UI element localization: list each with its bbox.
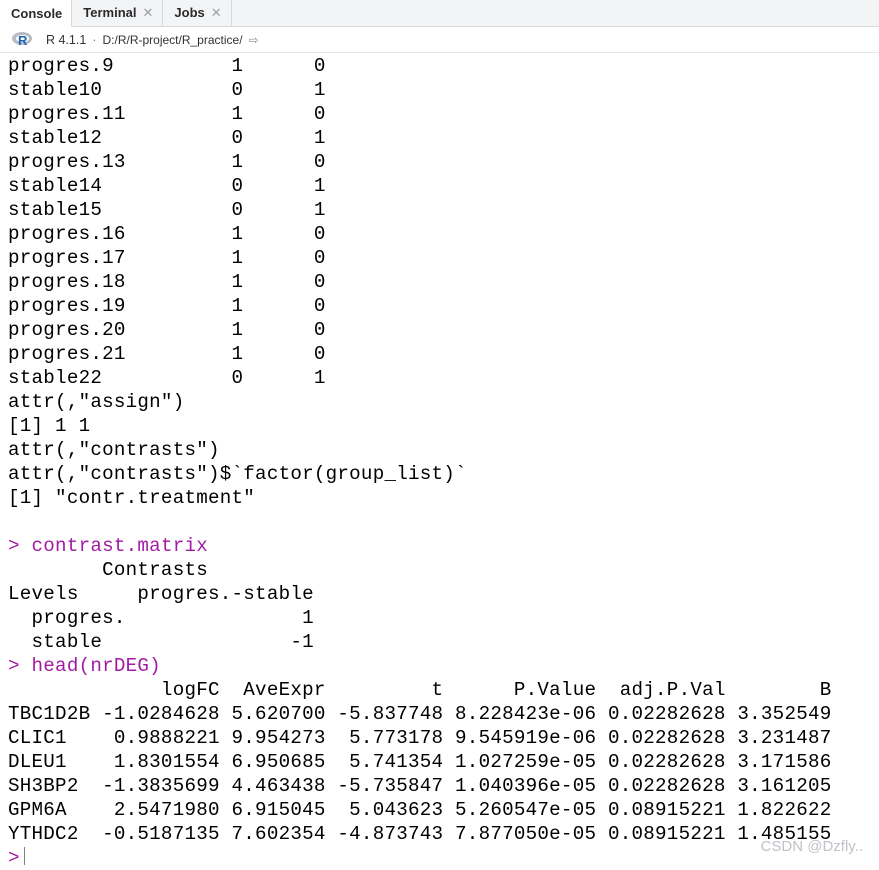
console-output-line: Contrasts [8,559,208,581]
console-command-line: > contrast.matrix [8,534,879,558]
console-output-line: progres.16 1 0 [8,223,326,245]
prompt-symbol: > [8,535,32,557]
console-output-line: progres.18 1 0 [8,271,326,293]
text-cursor [23,847,26,865]
command-text: head(nrDEG) [31,655,161,677]
console-output-line: stable12 0 1 [8,127,326,149]
console-input-line[interactable]: > [8,846,879,870]
tab-console[interactable]: Console [0,0,73,27]
tab-label: Jobs [174,5,205,20]
console-output-line: YTHDC2 -0.5187135 7.602354 -4.873743 7.8… [8,823,832,845]
tab-label: Console [11,5,63,21]
command-text: contrast.matrix [31,535,208,557]
prompt-symbol: > [8,655,32,677]
console-output-line: [1] 1 1 [8,415,91,437]
r-logo-icon: R [12,32,32,48]
console-output-line: progres.11 1 0 [8,103,326,125]
working-directory-path: D:/R/R-project/R_practice/ [102,32,243,47]
watermark: CSDN @Dzfly.. [760,838,863,855]
console-output-line: TBC1D2B -1.0284628 5.620700 -5.837748 8.… [8,703,832,725]
console-output-line: stable10 0 1 [8,79,326,101]
tab-label: Terminal [83,5,137,20]
console-output-line: progres.20 1 0 [8,319,326,341]
console-output-line: attr(,"contrasts")$`factor(group_list)` [8,463,467,485]
go-to-directory-icon[interactable]: ⇨ [249,33,259,47]
r-version: R 4.1.1 [46,32,87,47]
console-output-line: attr(,"contrasts") [8,439,220,461]
tab-bar: Console Terminal ✕ Jobs ✕ [0,0,879,27]
console-output-line: [1] "contr.treatment" [8,487,256,509]
console-output-line: attr(,"assign") [8,391,185,413]
tab-jobs[interactable]: Jobs ✕ [163,0,232,26]
tab-terminal[interactable]: Terminal ✕ [72,0,164,26]
console-output-line: stable22 0 1 [8,367,326,389]
console-output-line: stable14 0 1 [8,175,326,197]
separator: · [92,32,97,47]
console-output-line: progres.9 1 0 [8,55,326,77]
console-output-line: SH3BP2 -1.3835699 4.463438 -5.735847 1.0… [8,775,832,797]
console-output-line: progres. 1 [8,607,314,629]
console-output-line: stable15 0 1 [8,199,326,221]
console-output-line: progres.21 1 0 [8,343,326,365]
console-command-line: > head(nrDEG) [8,654,879,678]
console-output-line: stable -1 [8,631,314,653]
console-output-line: Levels progres.-stable [8,583,314,605]
close-icon[interactable]: ✕ [211,5,222,21]
working-directory-bar: R R 4.1.1 · D:/R/R-project/R_practice/ ⇨ [0,27,879,53]
console-output-line: progres.13 1 0 [8,151,326,173]
console-output[interactable]: progres.9 1 0 stable10 0 1 progres.11 1 0s… [8,54,879,869]
console-output-line: DLEU1 1.8301554 6.950685 5.741354 1.0272… [8,751,832,773]
console-output-line: CLIC1 0.9888221 9.954273 5.773178 9.5459… [8,727,832,749]
console-output-line: progres.17 1 0 [8,247,326,269]
console-output-line: GPM6A 2.5471980 6.915045 5.043623 5.2605… [8,799,832,821]
close-icon[interactable]: ✕ [143,5,154,21]
console-output-line: logFC AveExpr t P.Value adj.P.Val B [8,679,832,701]
prompt-symbol: > [8,847,20,869]
console-output-line: progres.19 1 0 [8,295,326,317]
